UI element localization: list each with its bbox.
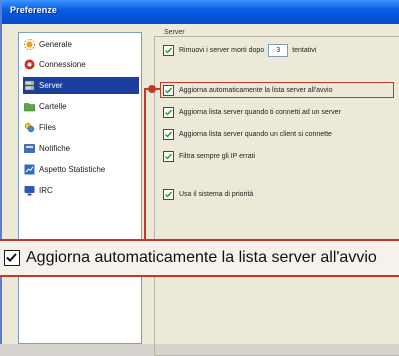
checkmark-icon xyxy=(165,153,173,160)
preferences-window: Preferenze Generale Connessione Server C… xyxy=(0,0,399,356)
filter-bad-ips-label: Filtra sempre gli IP errati xyxy=(179,152,256,160)
remove-dead-servers-label: Rimuovi i server morti dopo xyxy=(179,46,265,54)
file-icon xyxy=(23,122,35,134)
option-filter-bad-ips: Filtra sempre gli IP errati xyxy=(163,149,255,163)
option-remove-dead-servers: Rimuovi i server morti dopo 3 tentativi xyxy=(163,43,316,57)
update-on-client-connect-checkbox[interactable] xyxy=(163,128,174,140)
stats-icon xyxy=(23,164,35,176)
retry-unit-label: tentativi xyxy=(292,46,317,54)
sidebar-item-connessione[interactable]: Connessione xyxy=(23,56,139,73)
option-update-on-client-connect: Aggiorna lista server quando un client s… xyxy=(163,127,332,141)
sidebar-item-label: Generale xyxy=(39,40,72,49)
option-priority-system: Usa il sistema di priorità xyxy=(163,187,253,201)
sidebar-item-aspetto-statistiche[interactable]: Aspetto Statistiche xyxy=(23,161,139,178)
option-update-on-connect: Aggiorna lista server quando ti connetti… xyxy=(163,105,341,119)
sidebar-item-label: IRC xyxy=(39,186,53,195)
sidebar-item-cartelle[interactable]: Cartelle xyxy=(23,98,139,115)
callout-dot xyxy=(148,85,156,93)
priority-system-checkbox[interactable] xyxy=(163,188,174,200)
checkmark-icon xyxy=(165,47,173,54)
window-title: Preferenze xyxy=(10,5,58,15)
update-on-connect-checkbox[interactable] xyxy=(163,106,174,118)
sidebar-item-label: Notifiche xyxy=(39,144,71,153)
sidebar-item-generale[interactable]: Generale xyxy=(23,36,139,53)
sidebar-item-label: Server xyxy=(39,81,63,90)
priority-system-label: Usa il sistema di priorità xyxy=(179,190,254,198)
connection-icon xyxy=(23,59,35,71)
notification-icon xyxy=(23,143,35,155)
title-bar[interactable]: Preferenze xyxy=(2,0,399,24)
update-on-client-connect-label: Aggiorna lista server quando un client s… xyxy=(179,130,332,138)
sidebar-item-label: Files xyxy=(39,123,56,132)
folder-icon xyxy=(23,101,35,113)
update-on-connect-label: Aggiorna lista server quando ti connetti… xyxy=(179,108,341,116)
server-icon xyxy=(23,80,35,92)
irc-icon xyxy=(23,185,35,197)
sidebar-item-server[interactable]: Server xyxy=(23,77,139,94)
zoom-checkbox[interactable] xyxy=(4,250,20,266)
sidebar-item-label: Cartelle xyxy=(39,102,67,111)
checkmark-icon xyxy=(165,131,173,138)
sidebar-item-notifiche[interactable]: Notifiche xyxy=(23,140,139,157)
sidebar-item-label: Connessione xyxy=(39,60,86,69)
zoom-label: Aggiorna automaticamente la lista server… xyxy=(26,249,377,266)
remove-dead-servers-checkbox[interactable] xyxy=(163,44,174,56)
filter-bad-ips-checkbox[interactable] xyxy=(163,150,174,162)
sidebar-item-label: Aspetto Statistiche xyxy=(39,165,106,174)
checkmark-icon xyxy=(165,191,173,198)
sun-icon xyxy=(23,39,35,51)
checkmark-icon xyxy=(6,253,17,262)
checkmark-icon xyxy=(165,109,173,116)
retry-count-field[interactable]: 3 xyxy=(268,43,289,57)
category-sidebar: Generale Connessione Server Cartelle Fil… xyxy=(18,32,142,344)
sidebar-item-files[interactable]: Files xyxy=(23,119,139,136)
callout-connector-vertical xyxy=(144,88,146,240)
highlight-box xyxy=(160,82,394,98)
server-group-legend: Server xyxy=(162,29,187,36)
sidebar-item-irc[interactable]: IRC xyxy=(23,182,139,199)
zoom-callout: Aggiorna automaticamente la lista server… xyxy=(0,239,399,277)
